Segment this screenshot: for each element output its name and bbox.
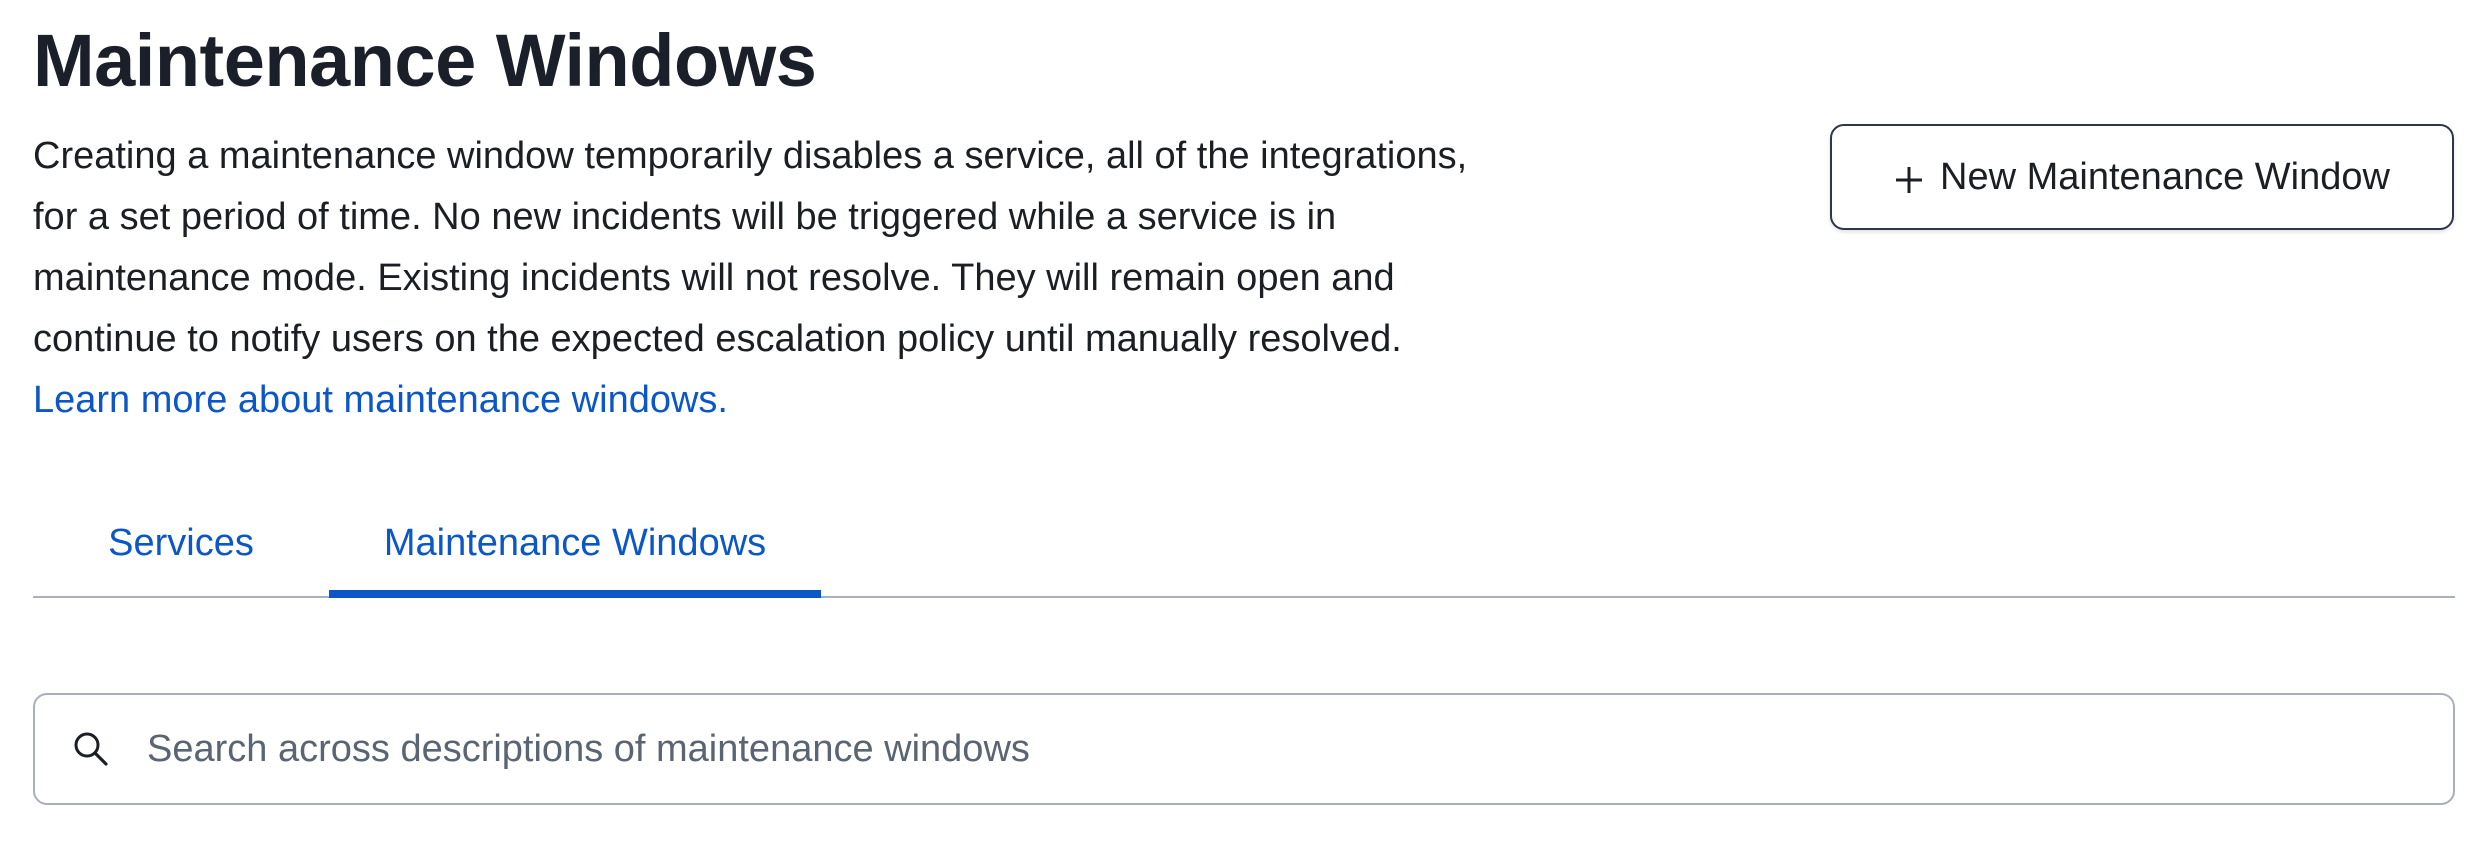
- active-tab-indicator: [329, 590, 821, 598]
- new-maintenance-window-label: New Maintenance Window: [1940, 155, 2390, 198]
- description-text: Creating a maintenance window temporaril…: [33, 135, 1468, 360]
- learn-more-link[interactable]: Learn more about maintenance windows.: [33, 379, 728, 421]
- tab-maintenance-windows-label: Maintenance Windows: [383, 521, 767, 564]
- tab-services[interactable]: Services: [33, 490, 329, 596]
- search-input[interactable]: [147, 695, 2453, 803]
- search-box: [33, 693, 2455, 805]
- page-description: Creating a maintenance window temporaril…: [33, 126, 1503, 431]
- maintenance-windows-page: Maintenance Windows Creating a maintenan…: [33, 0, 2455, 848]
- tab-services-label: Services: [108, 521, 254, 564]
- search-icon: [71, 729, 111, 769]
- new-maintenance-window-button[interactable]: New Maintenance Window: [1830, 124, 2454, 230]
- tab-maintenance-windows[interactable]: Maintenance Windows: [329, 490, 821, 598]
- plus-icon: [1894, 162, 1924, 193]
- tab-bar: Services Maintenance Windows: [33, 490, 2455, 598]
- page-title: Maintenance Windows: [33, 19, 817, 102]
